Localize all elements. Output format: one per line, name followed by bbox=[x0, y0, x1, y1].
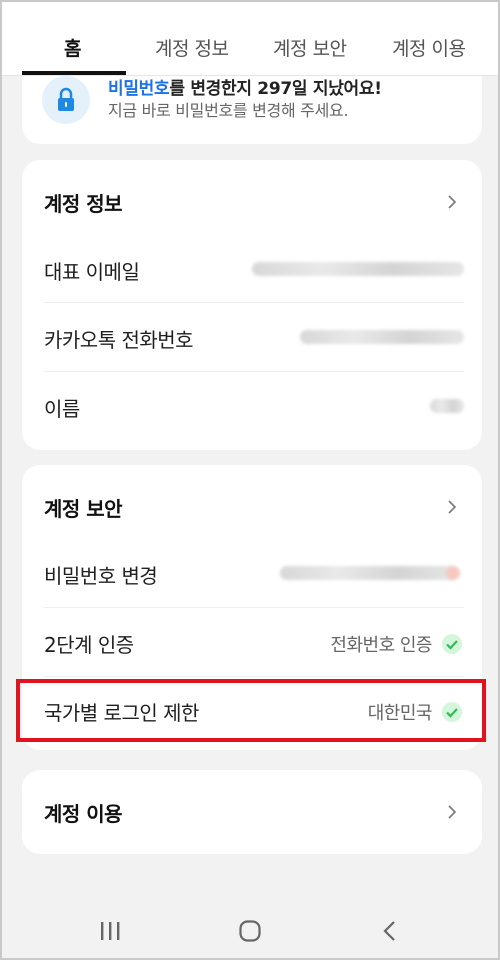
kakaotalk-phone-label: 카카오톡 전화번호 bbox=[44, 328, 194, 352]
two-step-auth-label[interactable]: 2단계 인증 bbox=[44, 629, 134, 658]
lock-icon bbox=[42, 76, 90, 124]
divider bbox=[44, 302, 464, 303]
active-tab-indicator bbox=[22, 71, 126, 75]
notice-subtitle: 지금 바로 비밀번호를 변경해 주세요. bbox=[108, 101, 349, 120]
chevron-right-icon[interactable] bbox=[444, 194, 460, 210]
kakaotalk-phone-value-blurred bbox=[300, 330, 464, 344]
password-change-label[interactable]: 비밀번호 변경 bbox=[44, 560, 158, 589]
recent-apps-icon[interactable] bbox=[98, 920, 122, 942]
tab-bar: 홈 계정 정보 계정 보안 계정 이용 bbox=[0, 0, 500, 76]
divider bbox=[44, 676, 464, 677]
chevron-right-icon[interactable] bbox=[444, 499, 460, 515]
highlight-annotation-box bbox=[16, 679, 486, 742]
check-icon bbox=[442, 634, 462, 654]
chevron-right-icon[interactable] bbox=[444, 804, 460, 820]
two-step-auth-value: 전화번호 인증 bbox=[330, 635, 432, 656]
account-security-title[interactable]: 계정 보안 bbox=[44, 493, 123, 522]
name-value-blurred bbox=[430, 399, 464, 413]
account-usage-title[interactable]: 계정 이용 bbox=[44, 798, 123, 827]
password-warning-dot bbox=[446, 566, 460, 580]
tab-account-info[interactable]: 계정 정보 bbox=[155, 34, 229, 61]
account-usage-card[interactable]: 계정 이용 bbox=[22, 770, 482, 854]
tab-home[interactable]: 홈 bbox=[64, 34, 81, 61]
divider bbox=[44, 371, 464, 372]
password-change-value-blurred bbox=[280, 566, 456, 580]
primary-email-value-blurred bbox=[252, 262, 464, 276]
tab-account-usage[interactable]: 계정 이용 bbox=[392, 34, 466, 61]
back-icon[interactable] bbox=[382, 920, 398, 942]
name-label: 이름 bbox=[44, 397, 80, 421]
account-info-title[interactable]: 계정 정보 bbox=[44, 188, 123, 217]
primary-email-label: 대표 이메일 bbox=[44, 260, 140, 284]
tab-account-security[interactable]: 계정 보안 bbox=[273, 34, 347, 61]
notice-title: 비밀번호를 변경한지 297일 지났어요! bbox=[108, 79, 382, 99]
home-icon[interactable] bbox=[238, 919, 262, 943]
system-navigation-bar bbox=[0, 900, 500, 960]
divider bbox=[44, 607, 464, 608]
account-info-card: 계정 정보 대표 이메일 카카오톡 전화번호 이름 bbox=[22, 160, 482, 450]
